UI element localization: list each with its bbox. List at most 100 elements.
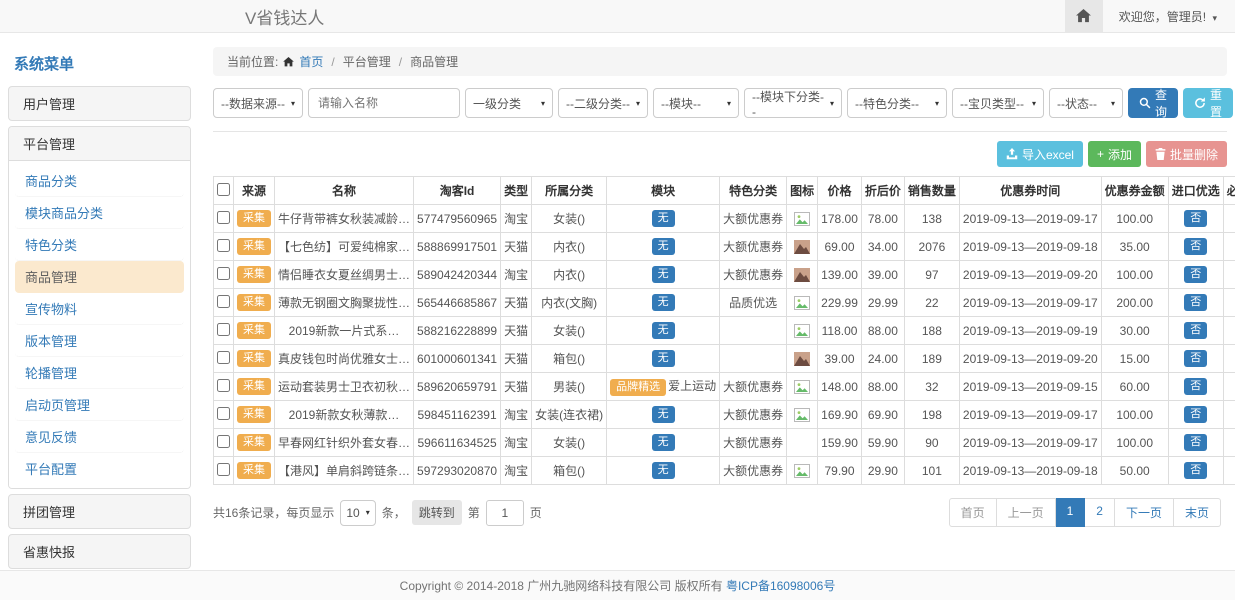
cell-icon — [787, 317, 818, 345]
module-sub-select[interactable]: --模块下分类--▾ — [744, 88, 842, 118]
sidebar-submenu: 商品分类模块商品分类特色分类商品管理宣传物料版本管理轮播管理启动页管理意见反馈平… — [9, 161, 190, 488]
page-size-select[interactable]: 10 ▾ — [340, 500, 375, 526]
imported-toggle[interactable]: 否 — [1184, 266, 1207, 283]
module-badge[interactable]: 无 — [652, 210, 675, 227]
add-button[interactable]: + 添加 — [1088, 141, 1141, 167]
sidebar-group-0[interactable]: 用户管理 — [8, 86, 191, 121]
cell-discount-price: 69.90 — [861, 401, 904, 429]
imported-toggle[interactable]: 否 — [1184, 434, 1207, 451]
sidebar-group-2[interactable]: 拼团管理 — [8, 494, 191, 529]
imported-toggle[interactable]: 否 — [1184, 238, 1207, 255]
jump-page-input[interactable] — [486, 500, 524, 526]
imported-toggle[interactable]: 否 — [1184, 350, 1207, 367]
row-checkbox[interactable] — [217, 463, 230, 476]
module-badge[interactable]: 无 — [652, 350, 675, 367]
page-button-0[interactable]: 首页 — [949, 498, 997, 527]
chevron-down-icon: ▾ — [366, 508, 370, 517]
product-thumbnail — [794, 268, 810, 282]
imported-toggle[interactable]: 否 — [1184, 378, 1207, 395]
feature-category-select[interactable]: --特色分类--▾ — [847, 88, 947, 118]
row-checkbox[interactable] — [217, 351, 230, 364]
page-button-1[interactable]: 上一页 — [997, 498, 1056, 527]
row-checkbox[interactable] — [217, 211, 230, 224]
sidebar-item-4[interactable]: 宣传物料 — [15, 293, 184, 325]
row-checkbox[interactable] — [217, 407, 230, 420]
sidebar-item-1[interactable]: 模块商品分类 — [15, 197, 184, 229]
module-badge[interactable]: 品牌精选 — [610, 379, 666, 396]
module-badge[interactable]: 无 — [652, 406, 675, 423]
product-thumbnail — [794, 352, 810, 366]
search-icon — [1139, 97, 1151, 109]
imported-toggle[interactable]: 否 — [1184, 322, 1207, 339]
sidebar-item-9[interactable]: 平台配置 — [15, 453, 184, 484]
sidebar-item-6[interactable]: 轮播管理 — [15, 357, 184, 389]
level2-category-select[interactable]: --二级分类--▾ — [558, 88, 648, 118]
module-badge[interactable]: 无 — [652, 238, 675, 255]
jump-button[interactable]: 跳转到 — [412, 500, 462, 525]
cell-sales: 97 — [904, 261, 959, 289]
page-button-4[interactable]: 下一页 — [1115, 498, 1174, 527]
search-button[interactable]: 查询 — [1128, 88, 1178, 118]
sidebar-item-5[interactable]: 版本管理 — [15, 325, 184, 357]
page-button-3[interactable]: 2 — [1085, 498, 1115, 527]
imported-toggle[interactable]: 否 — [1184, 462, 1207, 479]
home-button[interactable] — [1065, 0, 1103, 32]
sidebar-item-2[interactable]: 特色分类 — [15, 229, 184, 261]
name-input[interactable] — [308, 88, 460, 118]
imported-toggle[interactable]: 否 — [1184, 406, 1207, 423]
cell-feature — [720, 345, 787, 373]
source-badge: 采集 — [237, 378, 271, 395]
module-badge[interactable]: 无 — [652, 434, 675, 451]
data-source-select[interactable]: --数据来源--▾ — [213, 88, 303, 118]
module-badge[interactable]: 无 — [652, 266, 675, 283]
imported-toggle[interactable]: 否 — [1184, 294, 1207, 311]
row-checkbox[interactable] — [217, 295, 230, 308]
table-row: 采集牛仔背带裤女秋装减龄…577479560965淘宝女装()无大额优惠券178… — [214, 205, 1235, 233]
select-all-checkbox[interactable] — [217, 183, 230, 196]
cell-icon — [787, 457, 818, 485]
table-row: 采集2019新款一片式系…588216228899天猫女装()无118.0088… — [214, 317, 1235, 345]
cell-name: 2019新款一片式系… — [275, 317, 414, 345]
home-icon — [1076, 9, 1091, 23]
module-badge[interactable]: 无 — [652, 294, 675, 311]
level1-category-select[interactable]: 一级分类▾ — [465, 88, 553, 118]
sidebar-group-1[interactable]: 平台管理 — [9, 127, 190, 161]
sidebar-item-3[interactable]: 商品管理 — [15, 261, 184, 293]
module-badge[interactable]: 无 — [652, 322, 675, 339]
cell-imported: 否 — [1168, 345, 1223, 373]
batch-delete-button[interactable]: 批量删除 — [1146, 141, 1227, 167]
sidebar-group-3[interactable]: 省惠快报 — [8, 534, 191, 569]
cell-imported: 否 — [1168, 401, 1223, 429]
module-badge[interactable]: 无 — [652, 462, 675, 479]
row-checkbox[interactable] — [217, 435, 230, 448]
row-checkbox[interactable] — [217, 379, 230, 392]
item-type-select[interactable]: --宝贝类型--▾ — [952, 88, 1044, 118]
reset-button[interactable]: 重置 — [1183, 88, 1233, 118]
cell-price: 139.00 — [818, 261, 862, 289]
import-excel-button[interactable]: 导入excel — [997, 141, 1083, 167]
cell-coupon-amount: 200.00 — [1101, 289, 1168, 317]
data-source-select-value: --数据来源-- — [221, 95, 285, 112]
user-menu[interactable]: 欢迎您，管理员! ▾ — [1103, 8, 1235, 25]
page-button-2[interactable]: 1 — [1056, 498, 1086, 527]
sidebar-item-0[interactable]: 商品分类 — [15, 165, 184, 197]
source-badge: 采集 — [237, 350, 271, 367]
cell-name: 真皮钱包时尚优雅女士… — [275, 345, 414, 373]
module-select[interactable]: --模块--▾ — [653, 88, 739, 118]
select-all-header — [214, 177, 234, 205]
chevron-down-icon: ▾ — [1032, 99, 1036, 108]
sidebar-item-7[interactable]: 启动页管理 — [15, 389, 184, 421]
imported-toggle[interactable]: 否 — [1184, 210, 1207, 227]
row-checkbox[interactable] — [217, 267, 230, 280]
sidebar-item-8[interactable]: 意见反馈 — [15, 421, 184, 453]
page-button-5[interactable]: 末页 — [1174, 498, 1221, 527]
status-select[interactable]: --状态--▾ — [1049, 88, 1123, 118]
icp-link[interactable]: 粤ICP备16098006号 — [726, 577, 835, 594]
cell-coupon-time: 2019-09-13—2019-09-19 — [959, 317, 1101, 345]
row-checkbox[interactable] — [217, 323, 230, 336]
cell-checkbox — [214, 401, 234, 429]
cell-sales: 32 — [904, 373, 959, 401]
table-row: 采集【港风】单肩斜跨链条…597293020870淘宝箱包()无大额优惠券79.… — [214, 457, 1235, 485]
breadcrumb-home-link[interactable]: 首页 — [299, 53, 323, 70]
row-checkbox[interactable] — [217, 239, 230, 252]
